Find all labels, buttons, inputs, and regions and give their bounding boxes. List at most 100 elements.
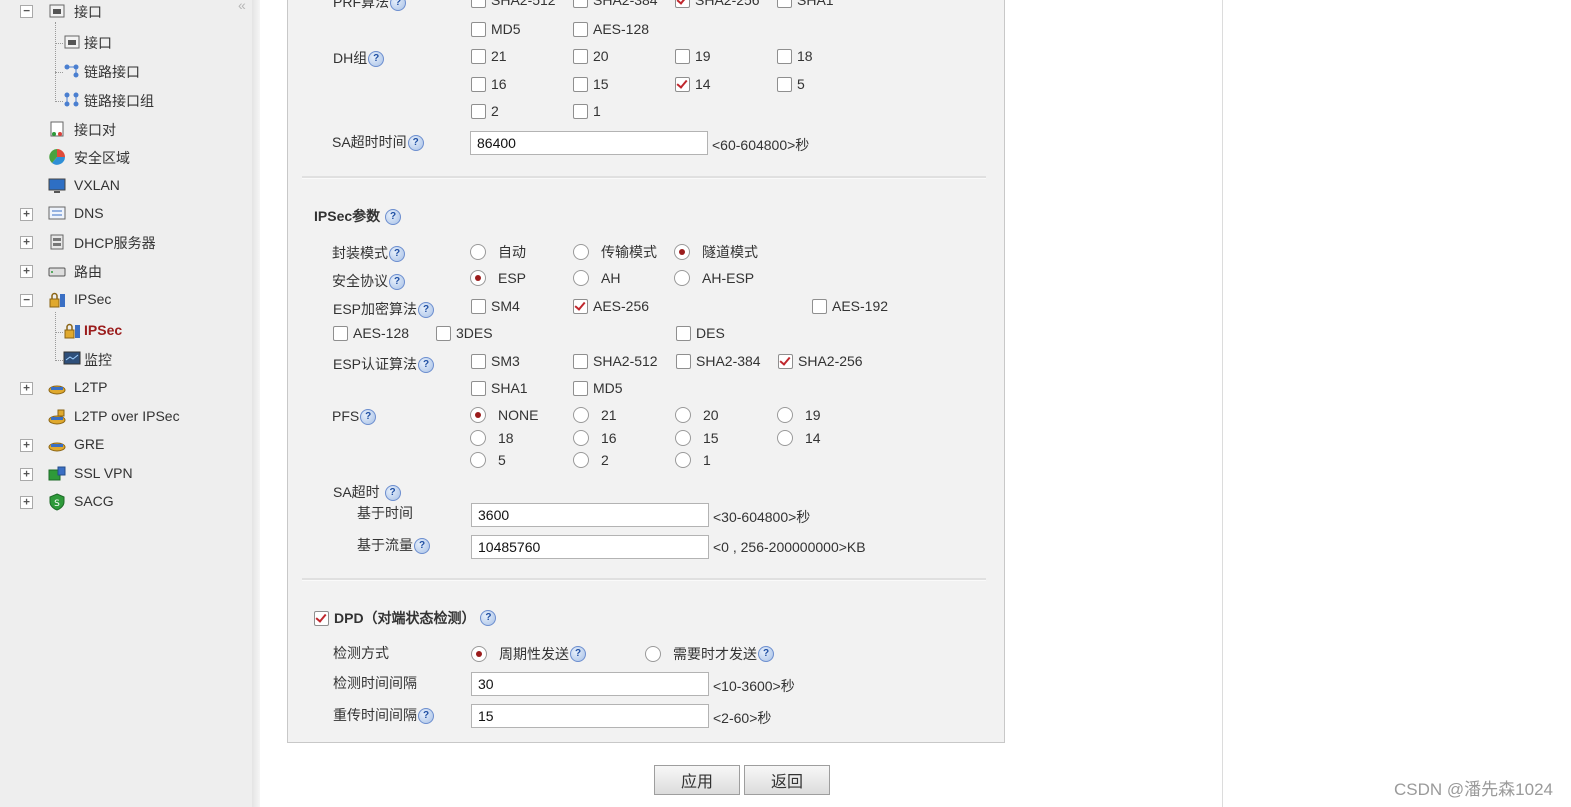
checkbox[interactable]	[777, 48, 792, 64]
help-icon[interactable]: ?	[390, 0, 406, 12]
security-protocol-option[interactable]: ESP	[470, 270, 526, 286]
dpd-toggle[interactable]: DPD（对端状态检测） ?	[314, 608, 497, 628]
checkbox[interactable]	[675, 76, 690, 92]
sidebar-item-interface[interactable]: 接口	[0, 31, 250, 53]
esp-encryption-option[interactable]: AES-128	[333, 325, 409, 341]
checkbox[interactable]	[471, 353, 486, 369]
radio-button[interactable]	[674, 270, 690, 286]
pfs-option[interactable]: 2	[573, 452, 609, 468]
sidebar-item-vxlan[interactable]: VXLAN	[0, 175, 250, 197]
prf-option[interactable]: SHA2-512	[471, 0, 556, 8]
time-based-input[interactable]	[471, 503, 709, 527]
sidebar-item-l2tp[interactable]: + L2TP	[0, 377, 250, 399]
sidebar-item-ipsec-group[interactable]: − IPSec	[0, 289, 250, 311]
help-icon[interactable]: ?	[570, 646, 586, 662]
dh-option[interactable]: 18	[777, 48, 813, 64]
radio-button[interactable]	[471, 646, 487, 662]
pfs-option[interactable]: 18	[470, 430, 514, 446]
sidebar-item-interface-group[interactable]: − 接口	[0, 0, 250, 22]
collapse-toggle-icon[interactable]: −	[20, 294, 33, 307]
security-protocol-option[interactable]: AH	[573, 270, 620, 286]
checkbox[interactable]	[676, 325, 691, 341]
checkbox[interactable]	[777, 76, 792, 92]
expand-toggle-icon[interactable]: +	[20, 468, 33, 481]
radio-button[interactable]	[573, 270, 589, 286]
help-icon[interactable]: ?	[418, 302, 435, 319]
esp-encryption-option[interactable]: AES-256	[573, 298, 649, 314]
ike-sa-timeout-input[interactable]	[470, 131, 708, 155]
encap-mode-option[interactable]: 传输模式	[573, 242, 657, 262]
help-icon[interactable]: ?	[758, 646, 774, 662]
checkbox[interactable]	[436, 325, 451, 341]
radio-button[interactable]	[675, 407, 691, 423]
dh-option[interactable]: 5	[777, 76, 805, 92]
pfs-option[interactable]: NONE	[470, 407, 538, 423]
prf-option[interactable]: SHA2-384	[573, 0, 658, 8]
checkbox[interactable]	[675, 48, 690, 64]
sidebar-item-l2tp-over-ipsec[interactable]: L2TP over IPSec	[0, 406, 250, 428]
radio-button[interactable]	[645, 646, 661, 662]
checkbox[interactable]	[573, 48, 588, 64]
checkbox[interactable]	[676, 353, 691, 369]
traffic-based-input[interactable]	[471, 535, 709, 559]
expand-toggle-icon[interactable]: +	[20, 236, 33, 249]
encap-mode-option[interactable]: 自动	[470, 242, 526, 262]
radio-button[interactable]	[777, 430, 793, 446]
radio-button[interactable]	[573, 452, 589, 468]
esp-auth-option[interactable]: SHA2-384	[676, 353, 761, 369]
dh-option[interactable]: 16	[471, 76, 507, 92]
dpd-mode-option[interactable]: 周期性发送?	[471, 644, 586, 664]
sidebar-item-ipsec[interactable]: IPSec	[0, 320, 250, 342]
checkbox[interactable]	[573, 298, 588, 314]
help-icon[interactable]: ?	[385, 209, 402, 226]
dh-option[interactable]: 19	[675, 48, 711, 64]
checkbox[interactable]	[573, 380, 588, 396]
checkbox[interactable]	[573, 0, 588, 8]
sidebar-item-link-interface[interactable]: 链路接口	[0, 60, 250, 82]
pfs-option[interactable]: 21	[573, 407, 617, 423]
help-icon[interactable]: ?	[418, 357, 435, 374]
radio-button[interactable]	[470, 244, 486, 260]
sidebar-item-dns[interactable]: + DNS	[0, 203, 250, 225]
checkbox[interactable]	[778, 353, 793, 369]
help-icon[interactable]: ?	[407, 135, 424, 152]
radio-button[interactable]	[573, 430, 589, 446]
checkbox[interactable]	[812, 298, 827, 314]
pfs-option[interactable]: 1	[675, 452, 711, 468]
radio-button[interactable]	[573, 407, 589, 423]
help-icon[interactable]: ?	[360, 409, 377, 426]
help-icon[interactable]: ?	[480, 610, 497, 626]
esp-encryption-option[interactable]: SM4	[471, 298, 520, 314]
sidebar-item-gre[interactable]: + GRE	[0, 434, 250, 456]
checkbox[interactable]	[573, 21, 588, 37]
pfs-option[interactable]: 14	[777, 430, 821, 446]
help-icon[interactable]: ?	[418, 708, 434, 725]
radio-button[interactable]	[470, 407, 486, 423]
dpd-retry-input[interactable]	[471, 704, 709, 728]
checkbox[interactable]	[471, 380, 486, 396]
encap-mode-option[interactable]: 隧道模式	[674, 242, 758, 262]
checkbox[interactable]	[471, 48, 486, 64]
help-icon[interactable]: ?	[384, 485, 401, 502]
checkbox[interactable]	[675, 0, 690, 8]
sidebar-item-sacg[interactable]: + S SACG	[0, 491, 250, 513]
radio-button[interactable]	[675, 430, 691, 446]
pfs-option[interactable]: 20	[675, 407, 719, 423]
sidebar-item-monitor[interactable]: 监控	[0, 348, 250, 370]
back-button[interactable]: 返回	[744, 765, 830, 795]
dpd-mode-option[interactable]: 需要时才发送?	[645, 644, 774, 664]
expand-toggle-icon[interactable]: +	[20, 208, 33, 221]
radio-button[interactable]	[470, 430, 486, 446]
radio-button[interactable]	[470, 452, 486, 468]
expand-toggle-icon[interactable]: +	[20, 382, 33, 395]
help-icon[interactable]: ?	[389, 246, 405, 263]
help-icon[interactable]: ?	[414, 538, 430, 555]
dh-option[interactable]: 15	[573, 76, 609, 92]
checkbox[interactable]	[573, 76, 588, 92]
prf-option[interactable]: AES-128	[573, 21, 649, 37]
help-icon[interactable]: ?	[389, 274, 405, 291]
radio-button[interactable]	[470, 270, 486, 286]
checkbox[interactable]	[471, 0, 486, 8]
sidebar-item-dhcp-server[interactable]: + DHCP服务器	[0, 231, 250, 253]
dh-option[interactable]: 1	[573, 103, 601, 119]
